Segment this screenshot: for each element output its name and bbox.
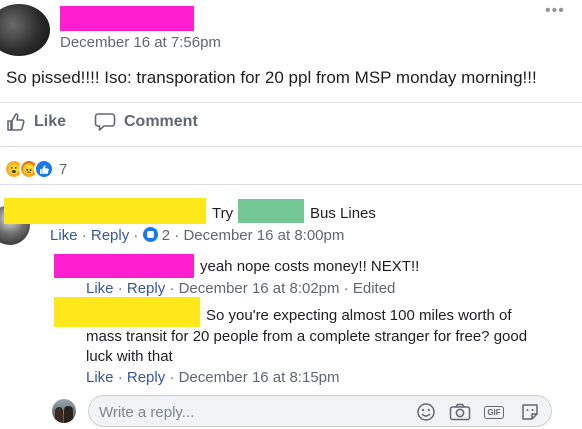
divider xyxy=(0,184,582,185)
separator: · xyxy=(169,369,175,386)
comment-meta: Like · Reply · 2 · December 16 at 8:00pm xyxy=(50,227,344,244)
reply-like-link[interactable]: Like xyxy=(86,280,114,297)
comment-text-part: Try xyxy=(212,205,234,222)
separator: · xyxy=(174,227,180,244)
gif-icon[interactable]: GIF xyxy=(483,402,505,422)
comment-like-link[interactable]: Like xyxy=(50,227,78,244)
reply-text-line: mass transit for 20 people from a comple… xyxy=(86,328,528,345)
reply-reply-link[interactable]: Reply xyxy=(127,280,165,297)
author-name-redacted[interactable] xyxy=(60,6,194,31)
reply-text-line: luck with that xyxy=(86,348,173,365)
separator: · xyxy=(133,227,139,244)
separator: · xyxy=(81,227,87,244)
like-reaction-icon[interactable] xyxy=(142,227,158,242)
reply-input[interactable] xyxy=(99,402,399,422)
like-label: Like xyxy=(34,113,67,130)
separator: · xyxy=(343,280,349,297)
reply-text: yeah nope costs money!! NEXT!! xyxy=(200,258,420,275)
replier-name-redacted[interactable] xyxy=(54,254,194,278)
reply-text-line: So you're expecting almost 100 miles wor… xyxy=(206,307,512,324)
like-icon xyxy=(34,159,54,179)
comment-button[interactable]: Comment xyxy=(94,112,198,132)
divider xyxy=(0,146,582,147)
reply-meta: Like · Reply · December 16 at 8:02pm · E… xyxy=(86,280,395,297)
reply-reply-link[interactable]: Reply xyxy=(127,369,165,386)
sticker-icon[interactable] xyxy=(519,402,541,422)
emoji-icon[interactable] xyxy=(415,402,437,422)
comment-timestamp[interactable]: December 16 at 8:00pm xyxy=(183,227,344,244)
thumbs-up-icon xyxy=(6,112,26,132)
separator: · xyxy=(169,280,175,297)
reply-like-link[interactable]: Like xyxy=(86,369,114,386)
author-avatar[interactable] xyxy=(0,4,50,56)
replier-name-redacted[interactable] xyxy=(54,297,200,327)
gif-label: GIF xyxy=(484,405,504,419)
current-user-avatar[interactable] xyxy=(52,399,76,423)
more-options-icon[interactable]: ••• xyxy=(545,3,565,19)
business-name-redacted[interactable] xyxy=(238,199,304,223)
comment-label: Comment xyxy=(124,113,198,130)
divider xyxy=(0,102,582,103)
reply-timestamp[interactable]: December 16 at 8:15pm xyxy=(179,369,340,386)
separator: · xyxy=(117,369,123,386)
speech-bubble-icon xyxy=(94,112,116,132)
comment-reaction-count[interactable]: 2 xyxy=(162,227,170,244)
reply-composer[interactable]: GIF xyxy=(88,395,552,427)
separator: · xyxy=(117,280,123,297)
post-timestamp[interactable]: December 16 at 7:56pm xyxy=(60,34,221,51)
reaction-count: 7 xyxy=(59,160,68,178)
reactions-summary[interactable]: 😮 😠 7 xyxy=(4,159,67,179)
post-text: So pissed!!!! Iso: transporation for 20 … xyxy=(6,68,537,87)
comment-reply-link[interactable]: Reply xyxy=(91,227,129,244)
edited-label[interactable]: Edited xyxy=(353,280,396,297)
reply-meta: Like · Reply · December 16 at 8:15pm xyxy=(86,369,340,386)
like-button[interactable]: Like xyxy=(6,112,66,132)
camera-icon[interactable] xyxy=(449,402,471,422)
comment-text-part: Bus Lines xyxy=(310,205,376,222)
reply-timestamp[interactable]: December 16 at 8:02pm xyxy=(179,280,340,297)
commenter-name-redacted[interactable] xyxy=(4,198,206,224)
